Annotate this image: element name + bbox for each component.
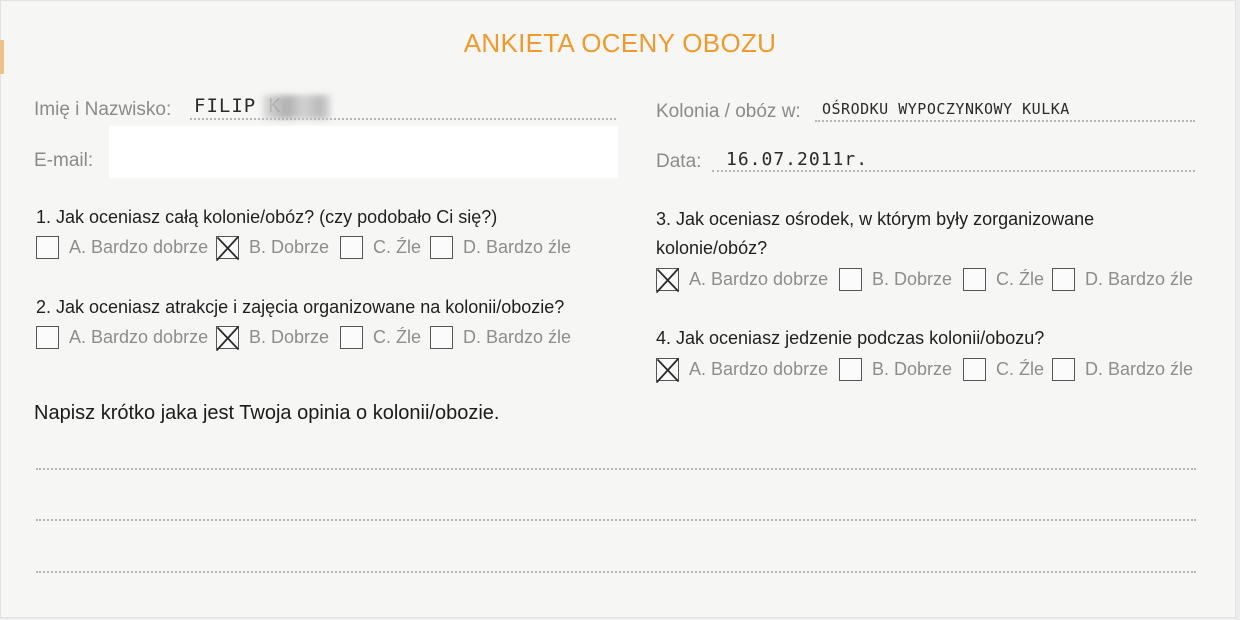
question-2-text: 2. Jak oceniasz atrakcje i zajęcia organ…: [36, 297, 565, 317]
option-label: C. Źle: [996, 358, 1045, 379]
option-label: B. Dobrze: [249, 236, 330, 257]
checkbox[interactable]: [1052, 357, 1075, 381]
question-3-option-c[interactable]: C. Źle: [963, 267, 1044, 291]
question-4-option-c[interactable]: C. Źle: [963, 357, 1044, 381]
checkmark-x-icon: [216, 325, 239, 351]
question-3-option-a[interactable]: A. Bardzo dobrze: [656, 267, 829, 293]
option-label: B. Dobrze: [249, 326, 330, 347]
redacted-surname: [263, 95, 331, 119]
name-line: [190, 118, 616, 120]
checkbox[interactable]: [36, 325, 59, 349]
name-label: Imię i Nazwisko:: [34, 99, 172, 120]
question-1-text: 1. Jak oceniasz całą kolonie/obóz? (czy …: [36, 207, 498, 227]
checkbox[interactable]: [963, 357, 986, 381]
question-3-option-d[interactable]: D. Bardzo źle: [1052, 267, 1193, 291]
question-3-line-2: kolonie/obóz?: [656, 238, 768, 258]
question-1-option-a[interactable]: A. Bardzo dobrze: [36, 235, 208, 259]
option-label: D. Bardzo źle: [463, 236, 572, 257]
option-label: C. Źle: [996, 268, 1045, 289]
checkbox[interactable]: [656, 357, 679, 383]
checkbox[interactable]: [216, 235, 239, 261]
checkbox[interactable]: [656, 267, 679, 293]
question-1-option-b[interactable]: B. Dobrze: [216, 235, 330, 261]
question-2-option-a[interactable]: A. Bardzo dobrze: [36, 325, 208, 349]
option-label: C. Źle: [373, 236, 422, 257]
camp-line: [815, 120, 1195, 122]
checkbox[interactable]: [430, 325, 453, 349]
checkbox[interactable]: [963, 267, 986, 291]
checkbox[interactable]: [430, 235, 453, 259]
question-3-text: 3. Jak oceniasz ośrodek, w którym były z…: [656, 205, 1094, 263]
checkmark-x-icon: [216, 235, 239, 261]
checkbox[interactable]: [340, 235, 363, 259]
option-label: B. Dobrze: [872, 268, 953, 289]
option-label: C. Źle: [373, 326, 422, 347]
checkbox[interactable]: [1052, 267, 1075, 291]
question-2-option-c[interactable]: C. Źle: [340, 325, 421, 349]
date-line: [712, 170, 1195, 172]
option-label: A. Bardzo dobrze: [69, 236, 209, 257]
question-3-option-b[interactable]: B. Dobrze: [839, 267, 952, 291]
survey-card: ANKIETA OCENY OBOZU Imię i Nazwisko: FIL…: [0, 0, 1236, 618]
option-label: D. Bardzo źle: [463, 326, 572, 347]
option-label: A. Bardzo dobrze: [689, 268, 829, 289]
opinion-line-2[interactable]: [36, 519, 1196, 521]
checkmark-x-icon: [656, 267, 679, 293]
question-2-option-d[interactable]: D. Bardzo źle: [430, 325, 571, 349]
checkbox[interactable]: [36, 235, 59, 259]
question-4-option-a[interactable]: A. Bardzo dobrze: [656, 357, 829, 383]
option-label: B. Dobrze: [872, 358, 953, 379]
opinion-prompt: Napisz krótko jaka jest Twoja opinia o k…: [34, 402, 500, 424]
email-field[interactable]: [109, 126, 618, 178]
question-4-text: 4. Jak oceniasz jedzenie podczas kolonii…: [656, 328, 1045, 348]
date-field[interactable]: 16.07.2011r.: [726, 149, 868, 170]
option-label: D. Bardzo źle: [1085, 268, 1194, 289]
option-label: A. Bardzo dobrze: [69, 326, 209, 347]
question-2-option-b[interactable]: B. Dobrze: [216, 325, 330, 351]
checkbox[interactable]: [340, 325, 363, 349]
option-label: A. Bardzo dobrze: [689, 358, 829, 379]
checkbox[interactable]: [839, 357, 862, 381]
checkbox[interactable]: [216, 325, 239, 351]
opinion-line-3[interactable]: [36, 571, 1196, 573]
camp-label: Kolonia / obóz w:: [656, 101, 801, 122]
form-title: ANKIETA OCENY OBOZU: [463, 28, 777, 58]
email-label: E-mail:: [34, 150, 94, 171]
date-label: Data:: [656, 151, 702, 172]
camp-field[interactable]: OŚRODKU WYPOCZYNKOWY KULKA: [822, 100, 1070, 118]
checkmark-x-icon: [656, 357, 679, 383]
question-3-line-1: 3. Jak oceniasz ośrodek, w którym były z…: [656, 209, 1095, 229]
option-label: D. Bardzo źle: [1085, 358, 1194, 379]
checkbox[interactable]: [839, 267, 862, 291]
question-1-option-c[interactable]: C. Źle: [340, 235, 421, 259]
question-4-option-d[interactable]: D. Bardzo źle: [1052, 357, 1193, 381]
opinion-line-1[interactable]: [36, 468, 1196, 470]
question-4-option-b[interactable]: B. Dobrze: [839, 357, 952, 381]
question-1-option-d[interactable]: D. Bardzo źle: [430, 235, 571, 259]
